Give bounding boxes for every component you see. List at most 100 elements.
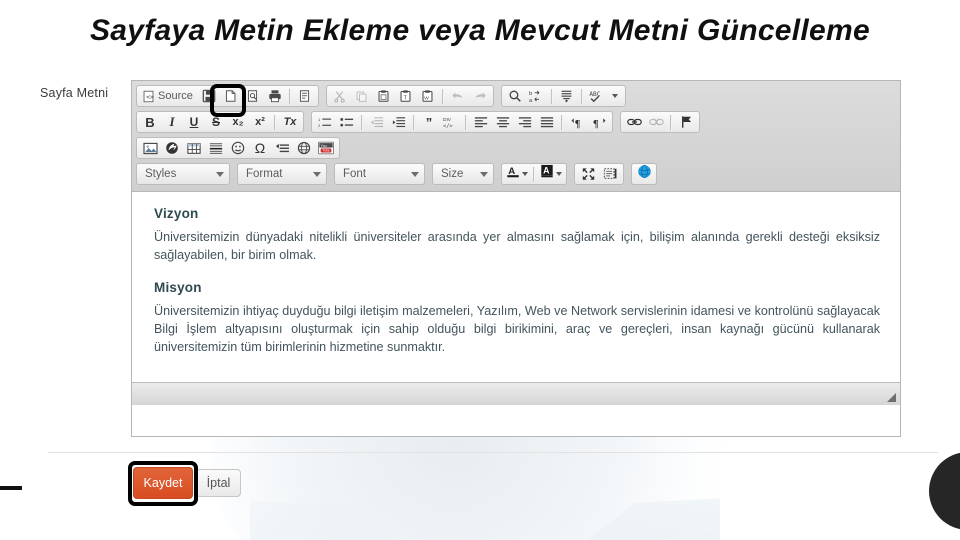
svg-text:¶: ¶	[593, 119, 599, 129]
print-button[interactable]	[264, 86, 286, 106]
subscript-button[interactable]: x₂	[227, 112, 249, 132]
toolbar-group-links	[620, 111, 700, 133]
templates-icon	[298, 89, 311, 103]
cancel-form-button[interactable]: İptal	[196, 469, 241, 497]
bulleted-list-button[interactable]	[336, 112, 358, 132]
toolbar-group-paragraph: 12 ” DIV </> ¶ ¶	[311, 111, 613, 133]
align-justify-button[interactable]	[536, 112, 558, 132]
align-right-button[interactable]	[514, 112, 536, 132]
svg-text:1: 1	[318, 116, 320, 121]
image-button[interactable]	[139, 138, 161, 158]
svg-text:W: W	[425, 96, 430, 102]
select-all-button[interactable]	[556, 86, 578, 106]
globe-watermark-base	[250, 498, 720, 540]
special-char-button[interactable]: Ω	[249, 138, 271, 158]
table-button[interactable]	[183, 138, 205, 158]
styles-combo[interactable]: Styles	[136, 163, 230, 185]
text-color-icon: A	[506, 164, 520, 184]
align-center-button[interactable]	[492, 112, 514, 132]
page-title: Sayfaya Metin Ekleme veya Mevcut Metni G…	[89, 14, 871, 47]
replace-button[interactable]: ba	[526, 86, 548, 106]
font-combo[interactable]: Font	[334, 163, 425, 185]
chevron-down-icon	[480, 171, 488, 177]
paste-text-button[interactable]: T	[395, 86, 417, 106]
resize-handle[interactable]	[887, 393, 896, 402]
strikethrough-icon: S	[211, 115, 220, 129]
numbered-list-button[interactable]: 12	[314, 112, 336, 132]
remove-format-button[interactable]: Tx	[279, 112, 301, 132]
magnifier-icon	[508, 89, 522, 103]
iframe-button[interactable]	[293, 138, 315, 158]
youtube-button[interactable]: You Tube	[315, 138, 337, 158]
text-direction-rtl-button[interactable]: ¶	[588, 112, 610, 132]
paste-text-icon: T	[399, 89, 412, 103]
toolbar-separator	[288, 88, 291, 104]
unlink-button[interactable]	[645, 112, 667, 132]
svg-text:T: T	[404, 96, 408, 102]
paste-word-button[interactable]: W	[417, 86, 439, 106]
toolbar-group-tools	[574, 163, 624, 185]
underline-icon: U	[189, 115, 199, 129]
indent-icon	[392, 116, 406, 129]
toolbar-separator	[361, 114, 363, 130]
templates-button[interactable]	[294, 86, 316, 106]
create-div-button[interactable]: DIV </>	[440, 112, 462, 132]
toolbar-separator	[274, 114, 276, 130]
maximize-button[interactable]	[577, 164, 599, 184]
outdent-button[interactable]	[366, 112, 388, 132]
format-combo[interactable]: Format	[237, 163, 327, 185]
source-button[interactable]: <> Source	[139, 86, 198, 106]
show-blocks-button[interactable]	[599, 164, 621, 184]
smiley-button[interactable]	[227, 138, 249, 158]
undo-button[interactable]	[447, 86, 469, 106]
about-button[interactable]	[631, 163, 657, 185]
indent-button[interactable]	[388, 112, 410, 132]
redo-button[interactable]	[469, 86, 491, 106]
svg-text:You: You	[321, 144, 327, 148]
cut-button[interactable]	[329, 86, 351, 106]
preview-button[interactable]	[242, 86, 264, 106]
bold-button[interactable]: B	[139, 112, 161, 132]
chevron-down-icon	[411, 171, 419, 177]
editor-content-area[interactable]: Vizyon Üniversitemizin dünyadaki nitelik…	[132, 192, 900, 382]
toolbar-row-1: <> Source T W b a ABC	[136, 85, 896, 107]
page-break-button[interactable]	[271, 138, 293, 158]
horizontal-rule-icon	[209, 142, 223, 155]
toolbar-separator	[550, 88, 553, 104]
paste-button[interactable]	[373, 86, 395, 106]
align-left-button[interactable]	[470, 112, 492, 132]
strikethrough-button[interactable]: S	[205, 112, 227, 132]
toolbar-row-4: Styles Format Font Size A A	[136, 163, 896, 185]
save-button[interactable]	[198, 86, 220, 106]
direction-rtl-icon: ¶	[592, 116, 607, 129]
svg-text:</>: </>	[443, 123, 453, 129]
source-icon: <>	[142, 90, 155, 103]
horizontal-rule-button[interactable]	[205, 138, 227, 158]
copy-button[interactable]	[351, 86, 373, 106]
new-page-button[interactable]	[220, 86, 242, 106]
flash-button[interactable]	[161, 138, 183, 158]
content-heading-vizyon: Vizyon	[154, 206, 199, 221]
save-form-button[interactable]: Kaydet	[133, 467, 193, 499]
superscript-button[interactable]: x²	[249, 112, 271, 132]
left-dash-marker	[0, 486, 22, 490]
broken-link-icon	[648, 116, 664, 128]
background-color-button[interactable]: A	[538, 164, 564, 184]
link-button[interactable]	[623, 112, 645, 132]
omega-icon: Ω	[254, 140, 266, 156]
svg-text:A: A	[543, 165, 550, 175]
italic-button[interactable]: I	[161, 112, 183, 132]
copy-icon	[355, 90, 368, 103]
div-container-icon: DIV </>	[443, 115, 459, 129]
anchor-button[interactable]	[675, 112, 697, 132]
underline-button[interactable]: U	[183, 112, 205, 132]
find-button[interactable]	[504, 86, 526, 106]
spellcheck-button[interactable]: ABC	[586, 86, 623, 106]
text-direction-ltr-button[interactable]: ¶	[566, 112, 588, 132]
text-color-button[interactable]: A	[504, 164, 530, 184]
toolbar-row-3: Ω You Tube	[136, 137, 896, 159]
background-color-icon: A	[540, 164, 554, 184]
blockquote-button[interactable]: ”	[418, 112, 440, 132]
styles-combo-label: Styles	[145, 168, 177, 180]
size-combo[interactable]: Size	[432, 163, 494, 185]
